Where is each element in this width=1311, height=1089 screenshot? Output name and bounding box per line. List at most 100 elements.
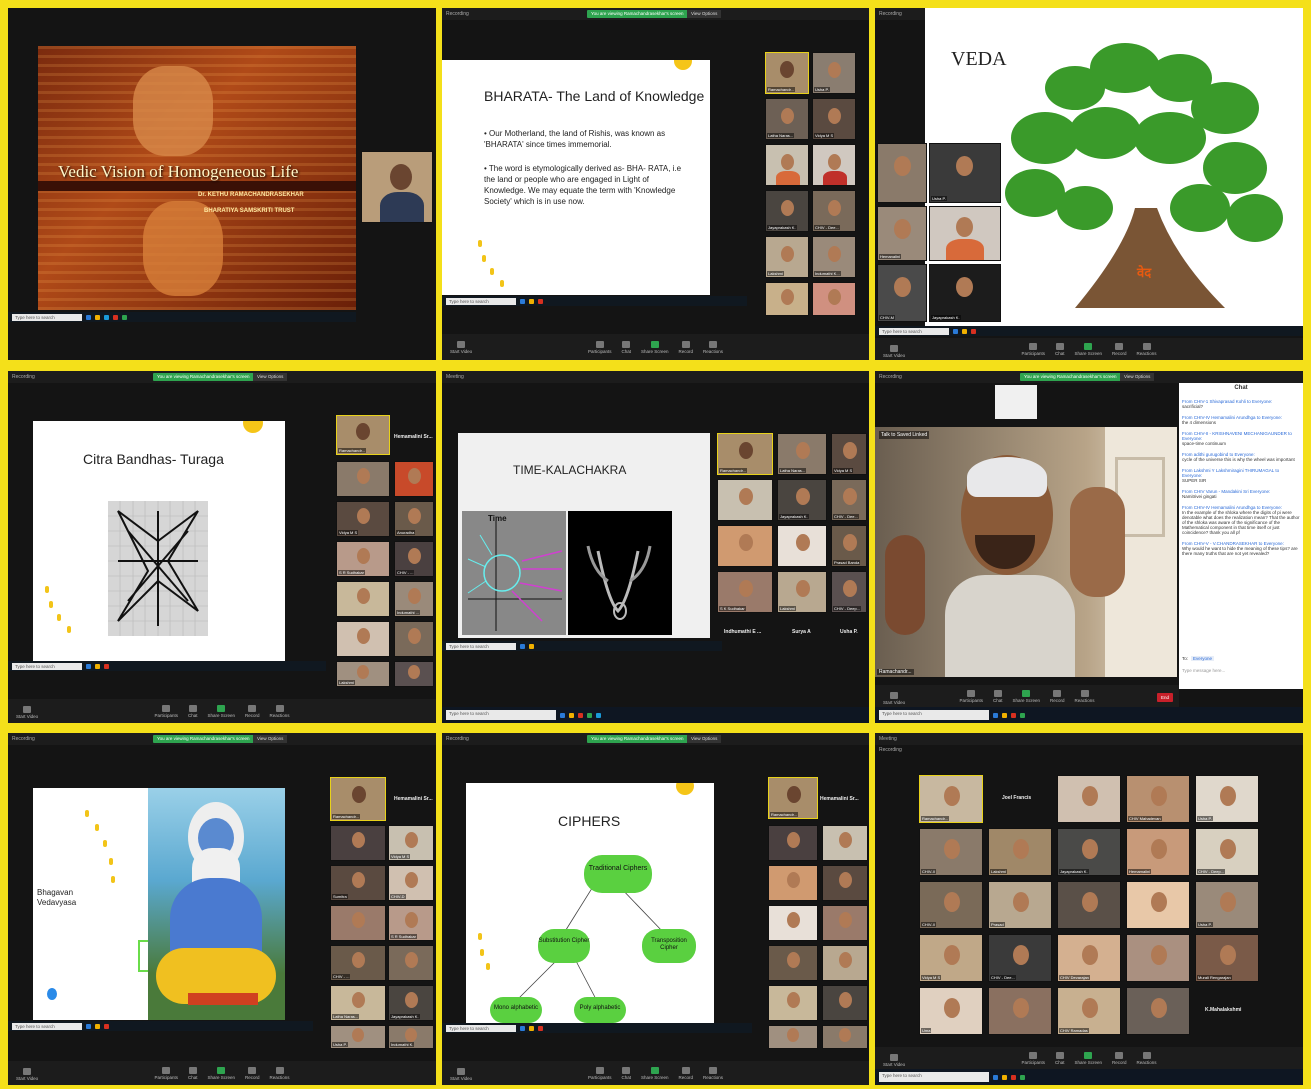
chat-button[interactable]: Chat (621, 1066, 631, 1080)
participant-tile[interactable]: Prasad (988, 881, 1052, 929)
taskbar-app-icon[interactable] (587, 712, 592, 718)
participant-tile[interactable]: Uma (919, 987, 983, 1035)
participant-tile[interactable] (1057, 881, 1121, 929)
participant-tile[interactable]: Vidya M S (336, 501, 390, 537)
record-button[interactable]: Record (1112, 1051, 1127, 1065)
record-button[interactable]: Record (245, 704, 260, 718)
chat-button[interactable]: Chat (993, 689, 1002, 703)
taskbar-app-icon[interactable] (1020, 1074, 1025, 1080)
chat-button[interactable]: Chat (621, 340, 631, 354)
taskbar-app-icon[interactable] (520, 298, 525, 304)
reactions-button[interactable]: Reactions (270, 1066, 290, 1080)
participants-button[interactable]: Participants (588, 1066, 611, 1080)
participant-tile[interactable]: Jayaprakash K. (777, 479, 827, 521)
taskbar-app-icon[interactable] (520, 643, 525, 649)
taskbar-app-icon[interactable] (86, 1023, 91, 1029)
start-video-button[interactable]: Start Video (16, 706, 38, 719)
view-options-button[interactable]: View Options (687, 10, 722, 18)
participant-tile[interactable] (1126, 987, 1190, 1035)
start-video-button[interactable]: Start Video (883, 1054, 905, 1067)
taskbar-app-icon[interactable] (520, 1025, 525, 1031)
view-options-button[interactable]: View Options (253, 735, 288, 743)
participant-tile[interactable]: Lakshmi (988, 828, 1052, 876)
participant-tile[interactable]: Usha P. (1195, 775, 1259, 823)
participant-tile[interactable]: Latha Naras... (765, 98, 809, 140)
participant-tile[interactable] (330, 825, 386, 861)
participant-tile[interactable]: S R Sudhakar (388, 905, 434, 941)
participant-tile[interactable] (336, 621, 390, 657)
presenter-video[interactable] (361, 151, 433, 223)
record-button[interactable]: Record (679, 340, 693, 354)
participant-tile[interactable]: Ramachandr... (330, 777, 386, 821)
participant-tile[interactable]: S R Sudhakar (336, 541, 390, 577)
participant-tile[interactable]: CHIV - ... (394, 541, 434, 577)
participant-tile[interactable]: CHIV - Dee... (812, 190, 856, 232)
chat-button[interactable]: Chat (188, 704, 197, 718)
share-screen-button[interactable]: Share Screen (641, 340, 669, 354)
participant-tile[interactable] (877, 143, 927, 203)
participant-tile[interactable]: Anuradha (394, 501, 434, 537)
participants-button[interactable]: Participants (959, 689, 983, 703)
taskbar-app-icon[interactable] (113, 314, 118, 320)
participants-button[interactable]: Participants (588, 340, 611, 354)
participant-tile[interactable]: Lakshmi (336, 661, 390, 687)
share-screen-button[interactable]: Share Screen (641, 1066, 669, 1080)
participant-tile[interactable] (717, 479, 773, 521)
participant-tile[interactable]: Jayaprakash K. (388, 985, 434, 1021)
participant-tile[interactable]: CHIV - Deep... (831, 571, 867, 613)
reactions-button[interactable]: Reactions (1075, 689, 1095, 703)
taskbar-app-icon[interactable] (1020, 712, 1025, 718)
start-video-button[interactable]: Start Video (883, 692, 905, 705)
participant-tile[interactable]: Usha P. (1195, 881, 1259, 929)
participant-tile[interactable]: S K Sudhakar (717, 571, 773, 613)
participant-tile[interactable]: Usha P. (330, 1025, 386, 1049)
taskbar-app-icon[interactable] (529, 298, 534, 304)
participants-button[interactable]: Participants (154, 1066, 178, 1080)
participant-tile[interactable] (768, 865, 818, 901)
participant-tile[interactable] (929, 206, 1001, 261)
taskbar-search[interactable]: Type here to search (12, 662, 82, 670)
share-screen-button[interactable]: Share Screen (207, 704, 235, 718)
participant-tile[interactable]: Vidya M S (919, 934, 983, 982)
participant-tile[interactable]: Ramachandr... (336, 415, 390, 455)
participant-tile[interactable] (330, 905, 386, 941)
participant-tile[interactable]: Usha P. (812, 52, 856, 94)
taskbar-search[interactable]: Type here to search (12, 313, 82, 321)
taskbar-app-icon[interactable] (993, 712, 998, 718)
taskbar-app-icon[interactable] (578, 712, 583, 718)
taskbar-app-icon[interactable] (104, 1023, 109, 1029)
taskbar-app-icon[interactable] (95, 663, 100, 669)
taskbar-app-icon[interactable] (1002, 1074, 1007, 1080)
share-screen-button[interactable]: Share Screen (1074, 1051, 1102, 1065)
participant-tile[interactable]: CHIV Mahadevan (1126, 775, 1190, 823)
participant-tile[interactable] (822, 865, 868, 901)
chat-button[interactable]: Chat (188, 1066, 197, 1080)
record-button[interactable]: Record (245, 1066, 260, 1080)
taskbar-app-icon[interactable] (122, 314, 127, 320)
participant-tile[interactable] (822, 985, 868, 1021)
participant-tile[interactable]: CHIV Ramadas (1057, 987, 1121, 1035)
taskbar-app-icon[interactable] (104, 663, 109, 669)
taskbar-app-icon[interactable] (1002, 712, 1007, 718)
participant-tile[interactable] (394, 621, 434, 657)
participant-tile[interactable]: CHIV-II (919, 881, 983, 929)
participant-tile[interactable]: Indumathi K... (812, 236, 856, 278)
participant-tile[interactable] (822, 825, 868, 861)
taskbar-app-icon[interactable] (1011, 712, 1016, 718)
participant-tile[interactable] (336, 461, 390, 497)
view-options-button[interactable]: View Options (687, 735, 722, 743)
taskbar-app-icon[interactable] (86, 663, 91, 669)
record-button[interactable]: Record (1112, 342, 1127, 356)
share-screen-button[interactable]: Share Screen (1012, 689, 1040, 703)
participant-tile[interactable] (777, 525, 827, 567)
participant-tile[interactable]: Latha Naras... (330, 985, 386, 1021)
taskbar-app-icon[interactable] (560, 712, 565, 718)
participant-tile[interactable] (336, 581, 390, 617)
participant-tile[interactable]: Murali Rengarajan (1195, 934, 1259, 982)
start-video-button[interactable]: Start Video (450, 341, 472, 354)
participant-tile[interactable]: Hemamalini (1126, 828, 1190, 876)
participant-tile[interactable] (765, 282, 809, 316)
participant-tile[interactable]: Lakshmi (765, 236, 809, 278)
participant-tile[interactable]: Ramachandr... (768, 777, 818, 819)
participant-tile[interactable]: Sumitra (330, 865, 386, 901)
